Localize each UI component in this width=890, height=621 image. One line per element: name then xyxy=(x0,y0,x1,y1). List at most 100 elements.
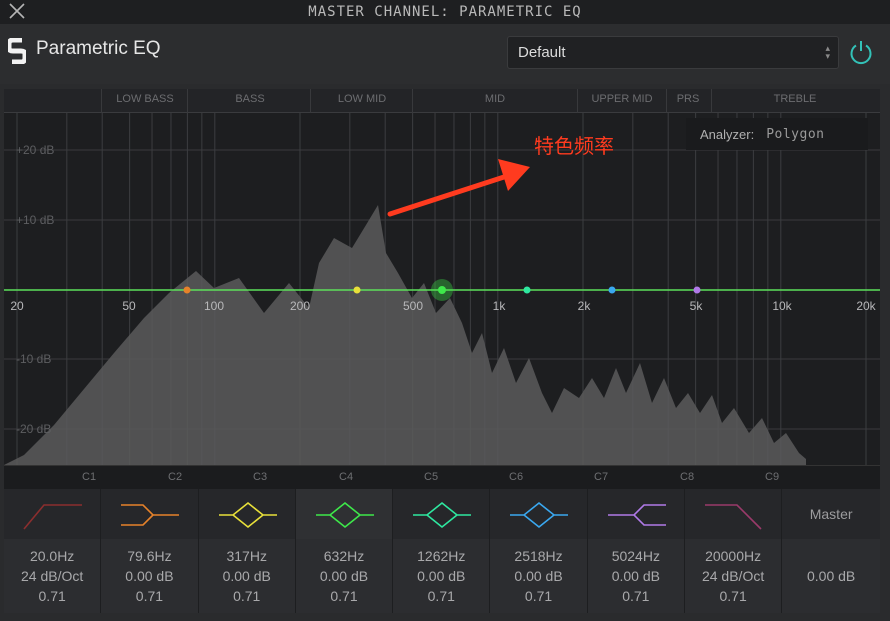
band-region-labels: LOW BASS BASS LOW MID MID UPPER MID PRS … xyxy=(4,89,880,113)
freq-label: 50 xyxy=(122,299,136,313)
db-label: -20 dB xyxy=(16,422,51,436)
band-separator xyxy=(711,89,712,113)
band-label-mid: MID xyxy=(484,93,506,105)
band-label-upper-mid: UPPER MID xyxy=(591,93,653,105)
annotation-text: 特色频率 xyxy=(534,136,614,158)
freq-label: 1k xyxy=(493,299,507,313)
master-gain[interactable]: 0.00 dB xyxy=(807,566,855,586)
note-label: C9 xyxy=(765,471,780,483)
band-8-q[interactable]: 0.71 xyxy=(719,586,746,606)
band-separator xyxy=(666,89,667,113)
highcut-filter-icon xyxy=(704,504,762,530)
band-2-control[interactable]: 79.6Hz 0.00 dB 0.71 xyxy=(101,489,199,613)
band-8-control[interactable]: 20000Hz 24 dB/Oct 0.71 xyxy=(684,489,783,613)
note-strip: C1 C2 C3 C4 C5 C6 C7 C8 C9 xyxy=(4,465,880,489)
eq-graph-canvas[interactable]: +20 dB +10 dB -10 dB -20 dB 20 50 100 20… xyxy=(4,113,880,465)
band-separator xyxy=(310,89,311,113)
note-label: C8 xyxy=(680,471,695,483)
preset-select[interactable]: Default ▴ ▾ xyxy=(507,36,839,69)
band-controls: 20.0Hz 24 dB/Oct 0.71 79.6Hz 0.00 dB 0.7… xyxy=(4,489,881,613)
bell-filter-icon xyxy=(218,501,277,529)
note-label: C2 xyxy=(168,471,183,483)
band-label-prs: PRS xyxy=(676,93,700,105)
band-2-handle[interactable] xyxy=(183,286,191,294)
logo-icon xyxy=(8,38,26,64)
band-4-handle[interactable] xyxy=(438,286,446,294)
band-2-gain[interactable]: 0.00 dB xyxy=(125,566,173,586)
band-5-freq[interactable]: 1262Hz xyxy=(417,546,465,566)
bell-filter-icon xyxy=(315,501,374,529)
band-5-q[interactable]: 0.71 xyxy=(428,586,455,606)
band-6-freq[interactable]: 2518Hz xyxy=(514,546,562,566)
note-label: C7 xyxy=(594,471,609,483)
band-4-freq[interactable]: 632Hz xyxy=(324,546,364,566)
band-label-bass: BASS xyxy=(235,93,265,105)
bell-filter-icon xyxy=(510,501,569,529)
band-6-gain[interactable]: 0.00 dB xyxy=(514,566,562,586)
band-5-gain[interactable]: 0.00 dB xyxy=(417,566,465,586)
freq-label: 2k xyxy=(578,299,592,313)
analyzer-value: Polygon xyxy=(766,126,825,142)
band-3-freq[interactable]: 317Hz xyxy=(226,546,266,566)
header: Parametric EQ Default ▴ ▾ xyxy=(0,24,890,84)
db-label: +10 dB xyxy=(16,213,54,227)
band-7-freq[interactable]: 5024Hz xyxy=(612,546,660,566)
updown-arrows-icon: ▴ ▾ xyxy=(825,43,830,61)
preset-value: Default xyxy=(518,44,566,61)
band-separator xyxy=(101,89,102,113)
bell-filter-icon xyxy=(413,501,472,529)
band-1-gain[interactable]: 24 dB/Oct xyxy=(21,566,83,586)
freq-label: 20k xyxy=(856,299,876,313)
band-label-treble: TREBLE xyxy=(773,93,817,105)
band-2-freq[interactable]: 79.6Hz xyxy=(127,546,171,566)
band-label-low-bass: LOW BASS xyxy=(116,93,174,105)
band-3-control[interactable]: 317Hz 0.00 dB 0.71 xyxy=(198,489,296,613)
band-separator xyxy=(187,89,188,113)
band-6-handle[interactable] xyxy=(608,286,616,294)
freq-label: 20 xyxy=(10,299,24,313)
title-bar: MASTER CHANNEL: PARAMETRIC EQ xyxy=(0,0,890,24)
band-7-q[interactable]: 0.71 xyxy=(622,586,649,606)
band-7-gain[interactable]: 0.00 dB xyxy=(612,566,660,586)
band-5-handle[interactable] xyxy=(523,286,531,294)
close-icon[interactable] xyxy=(8,2,26,20)
power-icon[interactable] xyxy=(847,38,875,66)
band-1-freq[interactable]: 20.0Hz xyxy=(30,546,74,566)
band-1-q[interactable]: 0.71 xyxy=(39,586,66,606)
band-label-low-mid: LOW MID xyxy=(337,93,387,105)
band-6-control[interactable]: 2518Hz 0.00 dB 0.71 xyxy=(490,489,588,613)
analyzer-select[interactable]: Analyzer: Polygon xyxy=(686,118,868,150)
band-3-gain[interactable]: 0.00 dB xyxy=(223,566,271,586)
band-2-q[interactable]: 0.71 xyxy=(136,586,163,606)
note-label: C6 xyxy=(509,471,524,483)
spectrum-analyzer-fill xyxy=(4,205,806,465)
band-6-q[interactable]: 0.71 xyxy=(525,586,552,606)
db-label: -10 dB xyxy=(16,352,51,366)
master-label: Master xyxy=(809,506,853,522)
band-3-handle[interactable] xyxy=(353,286,361,294)
band-1-control[interactable]: 20.0Hz 24 dB/Oct 0.71 xyxy=(4,489,102,613)
band-8-gain[interactable]: 24 dB/Oct xyxy=(702,566,764,586)
master-control[interactable]: Master 0.00 dB xyxy=(782,489,881,613)
annotation-arrow-icon xyxy=(387,159,530,217)
band-4-q[interactable]: 0.71 xyxy=(330,586,357,606)
band-4-gain[interactable]: 0.00 dB xyxy=(320,566,368,586)
band-8-freq[interactable]: 20000Hz xyxy=(705,546,761,566)
lowshelf-filter-icon xyxy=(121,504,180,526)
freq-label: 10k xyxy=(772,299,792,313)
band-5-control[interactable]: 1262Hz 0.00 dB 0.71 xyxy=(393,489,491,613)
analyzer-label: Analyzer: xyxy=(700,126,755,142)
band-4-control[interactable]: 632Hz 0.00 dB 0.71 xyxy=(295,489,394,613)
band-7-handle[interactable] xyxy=(693,286,701,294)
note-label: C5 xyxy=(424,471,439,483)
window-title: MASTER CHANNEL: PARAMETRIC EQ xyxy=(308,4,582,20)
band-3-q[interactable]: 0.71 xyxy=(233,586,260,606)
note-label: C1 xyxy=(82,471,97,483)
highshelf-filter-icon xyxy=(607,504,666,526)
freq-label: 5k xyxy=(690,299,704,313)
freq-label: 200 xyxy=(290,299,310,313)
band-separator xyxy=(577,89,578,113)
lowcut-filter-icon xyxy=(23,504,82,530)
band-7-control[interactable]: 5024Hz 0.00 dB 0.71 xyxy=(587,489,685,613)
freq-label: 100 xyxy=(204,299,224,313)
